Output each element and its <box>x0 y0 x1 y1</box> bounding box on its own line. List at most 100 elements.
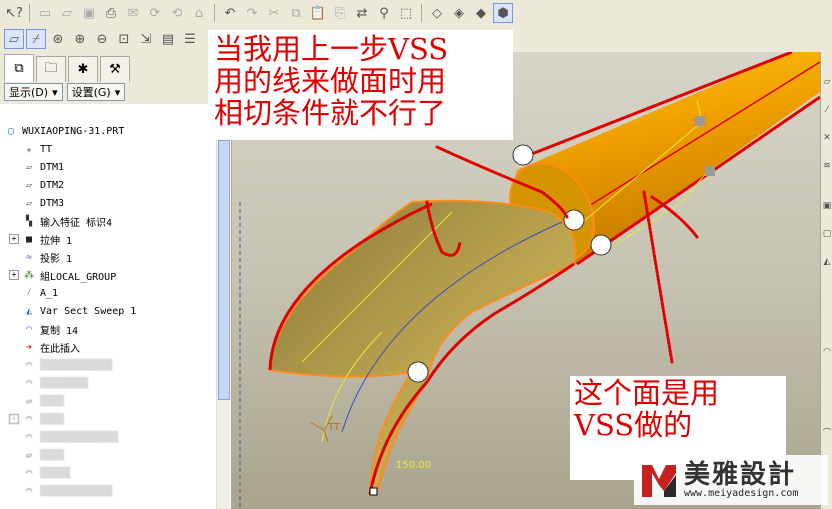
drag-handle[interactable] <box>695 116 705 126</box>
tab-model-tree[interactable]: ⧉ <box>4 54 34 82</box>
tree-item-label: TT <box>40 143 53 155</box>
view-shading-icon[interactable]: ⬢ <box>493 3 513 23</box>
model-tree-icon[interactable]: ⌂ <box>189 3 209 23</box>
extrude-icon: ■ <box>25 233 33 245</box>
revolve-tool-icon[interactable]: ▢ <box>821 224 832 244</box>
show-dropdown[interactable]: 显示(D) ▾ <box>4 83 63 101</box>
view-wireframe-icon[interactable]: ◇ <box>427 3 447 23</box>
tree-item[interactable]: + ⁂ 組LOCAL_GROUP <box>0 266 216 284</box>
datum-axes-toggle-icon[interactable]: ⌿ <box>26 29 46 49</box>
blurred-feature-icon: ◠ <box>25 485 33 497</box>
projection-icon: ≈ <box>25 251 33 263</box>
tree-item[interactable]: ➔ 在此插入 <box>0 338 216 356</box>
saved-views-icon[interactable]: ▤ <box>158 29 178 49</box>
view-hidden-line-icon[interactable]: ◈ <box>449 3 469 23</box>
round-tool-icon[interactable]: ⌒ <box>821 422 832 442</box>
point-marker[interactable] <box>512 144 534 166</box>
redo-icon[interactable]: ↷ <box>242 3 262 23</box>
callout-line: 这个面是用 <box>574 376 720 410</box>
repaint-icon[interactable]: ⟲ <box>167 3 187 23</box>
sketch-tool-icon[interactable]: ≋ <box>821 156 832 176</box>
expand-icon[interactable]: + <box>9 234 19 244</box>
blurred-tree-item: ▱ ▒▒▒▒ <box>0 446 216 464</box>
context-help-icon[interactable]: ↖? <box>4 3 24 23</box>
selection-box-icon[interactable]: ⬚ <box>396 3 416 23</box>
panel-tab-bar: ⧉ 🗀 ✱ ⚒ <box>0 52 231 82</box>
point-marker[interactable] <box>590 234 612 256</box>
layers-icon[interactable]: ☰ <box>180 29 200 49</box>
tree-item[interactable]: ⁎ TT <box>0 140 216 158</box>
chevron-down-icon: ▾ <box>114 85 121 99</box>
tree-item[interactable]: ◠ 复制 14 <box>0 320 216 338</box>
zoom-in-icon[interactable]: ⊕ <box>70 29 90 49</box>
send-icon[interactable]: ✉ <box>123 3 143 23</box>
toolbar-separator <box>29 4 30 22</box>
group-icon: ⁂ <box>24 269 34 281</box>
copy-icon: ◠ <box>25 323 33 335</box>
drag-handle[interactable] <box>369 487 378 496</box>
blend-tool-icon[interactable]: ◠ <box>821 342 832 362</box>
save-icon[interactable]: ▣ <box>79 3 99 23</box>
cut-icon[interactable]: ✂ <box>264 3 284 23</box>
blurred-tree-item: ◠ ▒▒▒▒▒▒▒▒▒▒▒▒ <box>0 356 216 374</box>
scrollbar-thumb[interactable] <box>218 140 230 400</box>
datum-plane-tool-icon[interactable]: ▱ <box>821 72 832 92</box>
dimension-label: 150.00 <box>396 460 431 471</box>
tree-item[interactable]: ≈ 投影 1 <box>0 248 216 266</box>
settings-dropdown[interactable]: 设置(G) ▾ <box>66 83 126 101</box>
regenerate-icon[interactable]: ⟳ <box>145 3 165 23</box>
import-feature-icon: ▚ <box>25 215 33 227</box>
main-toolbar: ↖? ▭ ▱ ▣ ⎙ ✉ ⟳ ⟲ ⌂ ↶ ↷ ✂ ⧉ 📋 ⎘ ⇄ ⚲ ⬚ ◇ ◈… <box>0 0 832 26</box>
blurred-feature-icon: ◠ <box>25 467 33 479</box>
tree-item[interactable]: ▚ 输入特征 标识4 <box>0 212 216 230</box>
datum-point-tool-icon[interactable]: ✕ <box>821 128 832 148</box>
regenerate-model-icon[interactable]: ⇄ <box>352 3 372 23</box>
datum-axis-tool-icon[interactable]: ⁄ <box>821 100 832 120</box>
sweep-tool-icon[interactable]: ◭ <box>821 252 832 272</box>
refit-icon[interactable]: ⊡ <box>114 29 134 49</box>
callout-line: 用的线来做面时用 <box>214 63 447 98</box>
undo-icon[interactable]: ↶ <box>220 3 240 23</box>
annotation-callout-top: 当我用上一步VSS 用的线来做面时用 相切条件就不行了 <box>208 30 513 140</box>
view-no-hidden-icon[interactable]: ◆ <box>471 3 491 23</box>
extrude-tool-icon[interactable]: ▣ <box>821 196 832 216</box>
tree-item[interactable]: + ■ 拉伸 1 <box>0 230 216 248</box>
tree-root-label: WUXIAOPING-31.PRT <box>22 125 125 137</box>
copy-icon[interactable]: ⧉ <box>286 3 306 23</box>
tree-root[interactable]: ▢ WUXIAOPING-31.PRT <box>0 122 216 140</box>
zoom-out-icon[interactable]: ⊖ <box>92 29 112 49</box>
tree-item[interactable]: ◭ Var Sect Sweep 1 <box>0 302 216 320</box>
tree-item[interactable]: ⁄ A_1 <box>0 284 216 302</box>
tab-folder-browser[interactable]: 🗀 <box>36 56 66 82</box>
expand-icon[interactable]: + <box>9 270 19 280</box>
blurred-tree-item: ◠ ▒▒▒▒▒▒▒▒ <box>0 374 216 392</box>
orient-icon[interactable]: ⇲ <box>136 29 156 49</box>
point-marker[interactable] <box>407 361 429 383</box>
paste-special-icon[interactable]: ⎘ <box>330 3 350 23</box>
open-file-icon[interactable]: ▱ <box>57 3 77 23</box>
print-icon[interactable]: ⎙ <box>101 3 121 23</box>
paste-icon[interactable]: 📋 <box>308 3 328 23</box>
tab-connections[interactable]: ⚒ <box>100 56 130 82</box>
spin-center-icon[interactable]: ⊛ <box>48 29 68 49</box>
axis-icon: ⁄ <box>25 287 32 298</box>
callout-line: VSS做的 <box>574 407 693 442</box>
tab-favorites[interactable]: ✱ <box>68 56 98 82</box>
tree-item[interactable]: ▱ DTM3 <box>0 194 216 212</box>
chevron-down-icon: ▾ <box>52 85 58 99</box>
right-feature-toolbar: ▱ ⁄ ✕ ≋ ▣ ▢ ◭ ◠ ⌒ <box>820 52 832 509</box>
datum-plane-icon: ▱ <box>25 161 33 173</box>
tree-item-label: 組LOCAL_GROUP <box>40 271 117 283</box>
watermark-title: 美雅設計 <box>684 459 797 490</box>
datum-planes-toggle-icon[interactable]: ▱ <box>4 29 24 49</box>
blurred-tree-item: ▱ ▒▒▒▒ <box>0 392 216 410</box>
tree-scrollbar[interactable] <box>216 122 230 509</box>
drag-handle[interactable] <box>705 166 715 176</box>
tree-item[interactable]: ▱ DTM2 <box>0 176 216 194</box>
toolbar-separator <box>421 4 422 22</box>
tree-item[interactable]: ▱ DTM1 <box>0 158 216 176</box>
point-marker[interactable] <box>563 209 585 231</box>
find-icon[interactable]: ⚲ <box>374 3 394 23</box>
blurred-expand-icon: + <box>9 414 19 424</box>
new-file-icon[interactable]: ▭ <box>35 3 55 23</box>
